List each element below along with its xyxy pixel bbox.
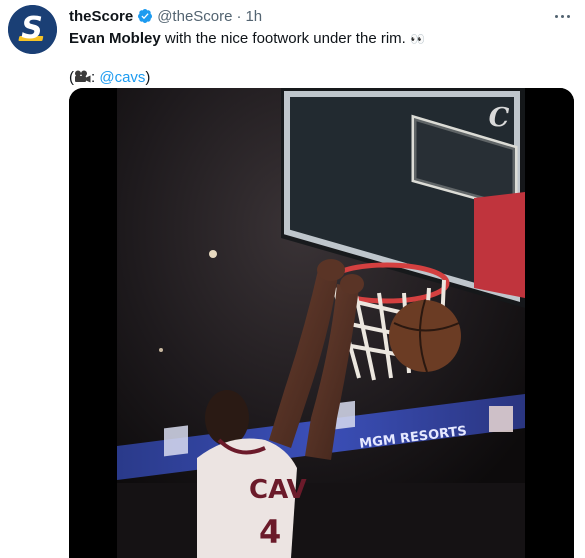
player-name: Evan Mobley	[69, 30, 161, 47]
cavs-link[interactable]: @cavs	[99, 69, 145, 86]
handle[interactable]: @theScore	[157, 8, 232, 25]
verified-badge-icon	[137, 8, 153, 24]
video-player[interactable]: MGM RESORTS C CAV 4	[69, 88, 574, 558]
tweet-header: theScore @theScore · 1h	[69, 6, 262, 26]
credit-close-paren: )	[145, 69, 151, 86]
svg-text:S: S	[21, 11, 43, 46]
timestamp[interactable]: 1h	[245, 8, 262, 25]
video-frame: MGM RESORTS C CAV 4	[69, 88, 574, 558]
display-name[interactable]: theScore	[69, 8, 133, 25]
jersey-text: CAV	[249, 475, 307, 505]
more-options-icon[interactable]	[551, 7, 573, 25]
jersey-number: 4	[259, 513, 281, 551]
thescore-logo-icon: S	[8, 5, 57, 54]
video-credit: (: @cavs)	[69, 68, 150, 88]
video-camera-icon	[74, 69, 91, 83]
eyes-emoji: 👀	[410, 32, 426, 46]
tweet-text-body: with the nice footwork under the rim.	[160, 30, 406, 47]
cavs-watermark-logo: C	[489, 103, 510, 133]
separator-dot: ·	[236, 7, 242, 25]
avatar[interactable]: S	[8, 5, 57, 54]
tweet: S theScore @theScore · 1h Evan Mobley wi…	[0, 0, 585, 558]
tweet-text: Evan Mobley with the nice footwork under…	[69, 29, 426, 49]
